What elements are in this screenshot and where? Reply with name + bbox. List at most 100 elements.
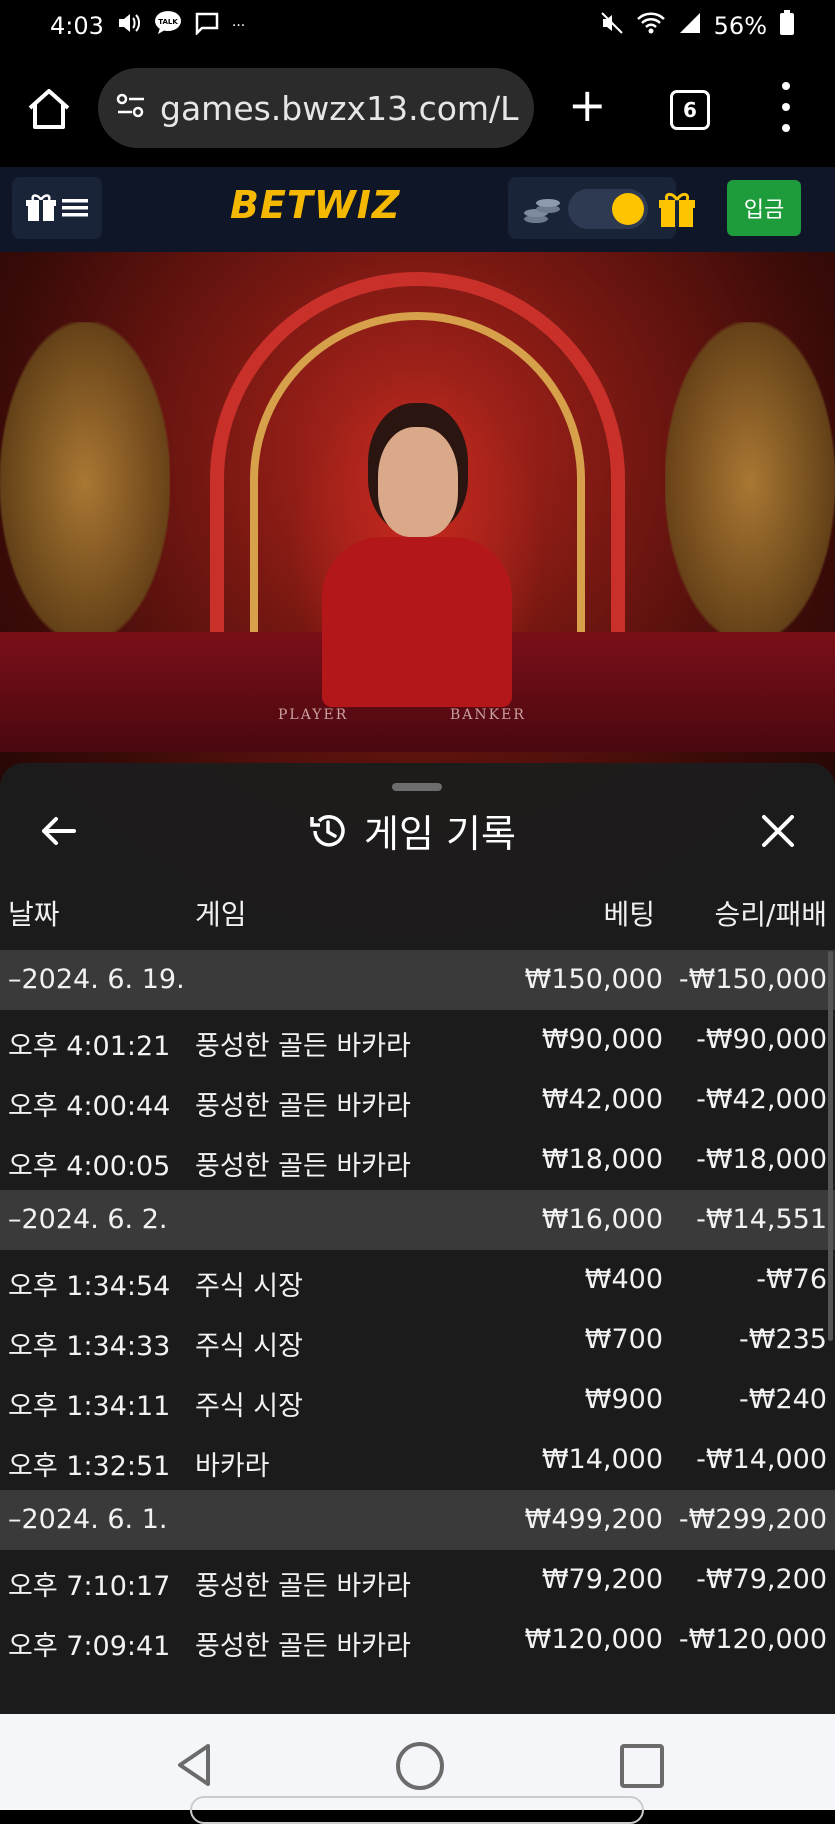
row-bet: ₩900	[584, 1384, 663, 1415]
svg-text:TALK: TALK	[158, 18, 178, 26]
row-bet: ₩700	[584, 1324, 663, 1355]
talk-icon: TALK	[154, 10, 182, 42]
row-result: -₩90,000	[696, 1024, 827, 1055]
col-bet: 베팅	[603, 898, 655, 931]
table-row[interactable]: 오후 1:34:33 주식 시장 ₩700 -₩235	[0, 1310, 835, 1370]
nav-home-icon[interactable]	[396, 1742, 444, 1790]
signal-icon	[678, 11, 702, 41]
row-game: 풍성한 골든 바카라	[195, 1631, 411, 1662]
gift-menu-button[interactable]	[12, 177, 102, 239]
row-date: 오후 4:00:44	[8, 1091, 171, 1122]
history-icon	[310, 814, 345, 847]
row-bet: ₩150,000	[524, 964, 663, 995]
logo-wiz: WIZ	[313, 183, 401, 227]
row-date: 오후 1:32:51	[8, 1451, 171, 1482]
row-game: 풍성한 골든 바카라	[195, 1091, 411, 1122]
row-date: 오후 1:34:54	[8, 1271, 171, 1302]
banker-label: BANKER	[450, 707, 526, 723]
site-header: BETWIZ 입금	[0, 167, 835, 252]
back-button[interactable]	[38, 811, 78, 851]
row-date: 오후 4:00:05	[8, 1151, 171, 1182]
table-row[interactable]: 오후 4:01:21 풍성한 골든 바카라 ₩90,000 -₩90,000	[0, 1010, 835, 1070]
row-result: -₩120,000	[678, 1624, 827, 1655]
row-date: –2024. 6. 19.	[8, 964, 185, 995]
row-bet: ₩18,000	[541, 1144, 663, 1175]
row-bet: ₩400	[584, 1264, 663, 1295]
row-result: -₩240	[739, 1384, 827, 1415]
site-settings-icon[interactable]	[116, 93, 146, 123]
game-history-panel: 게임 기록 날짜 게임 베팅 승리/패배 –2024. 6. 19. ₩150,0…	[0, 763, 835, 1714]
table-row[interactable]: 오후 7:09:41 풍성한 골든 바카라 ₩120,000 -₩120,000	[0, 1610, 835, 1670]
row-bet: ₩42,000	[541, 1084, 663, 1115]
row-date: 오후 1:34:11	[8, 1391, 171, 1422]
row-date: 오후 7:10:17	[8, 1571, 171, 1602]
coins-icon[interactable]	[522, 195, 562, 225]
gesture-pill	[190, 1796, 644, 1824]
address-bar[interactable]: games.bwzx13.com/L	[98, 68, 534, 148]
nav-back-icon[interactable]	[172, 1742, 218, 1788]
table-row[interactable]: 오후 4:00:05 풍성한 골든 바카라 ₩18,000 -₩18,000	[0, 1130, 835, 1190]
row-result: -₩235	[739, 1324, 827, 1355]
theme-toggle[interactable]	[568, 189, 648, 229]
system-nav-bar	[0, 1714, 835, 1824]
home-button[interactable]	[26, 88, 72, 130]
gift-icon[interactable]	[658, 191, 696, 229]
row-date: 오후 1:34:33	[8, 1331, 171, 1362]
back-arrow-icon	[42, 817, 76, 845]
tab-switcher-button[interactable]: 6	[670, 90, 710, 130]
nav-recent-icon[interactable]	[620, 1744, 664, 1788]
row-bet: ₩120,000	[524, 1624, 663, 1655]
panel-title: 게임 기록	[308, 803, 516, 858]
row-game: 주식 시장	[195, 1391, 303, 1422]
row-bet: ₩14,000	[541, 1444, 663, 1475]
message-icon	[194, 11, 220, 41]
row-date: 오후 4:01:21	[8, 1031, 171, 1062]
date-group-row[interactable]: –2024. 6. 1. ₩499,200 -₩299,200	[0, 1490, 835, 1550]
status-bar: 4:03 TALK ··· 56%	[0, 0, 835, 52]
row-date: 오후 7:09:41	[8, 1631, 171, 1662]
drag-handle[interactable]	[392, 783, 442, 791]
panel-title-text: 게임 기록	[364, 812, 516, 856]
date-group-row[interactable]: –2024. 6. 2. ₩16,000 -₩14,551	[0, 1190, 835, 1250]
row-bet: ₩90,000	[541, 1024, 663, 1055]
scrollbar[interactable]	[828, 951, 833, 1341]
row-result: -₩18,000	[696, 1144, 827, 1175]
row-game: 풍성한 골든 바카라	[195, 1031, 411, 1062]
close-icon	[762, 815, 794, 847]
player-label: PLAYER	[278, 707, 349, 723]
toggle-knob	[612, 193, 644, 225]
row-game: 주식 시장	[195, 1331, 303, 1362]
status-left: 4:03 TALK ···	[50, 10, 245, 42]
dealer-body	[322, 537, 512, 707]
site-logo[interactable]: BETWIZ	[230, 183, 400, 227]
header-tools	[508, 177, 695, 239]
row-game: 풍성한 골든 바카라	[195, 1571, 411, 1602]
row-result: -₩14,000	[696, 1444, 827, 1475]
mute-icon	[600, 11, 624, 41]
table-row[interactable]: 오후 1:34:54 주식 시장 ₩400 -₩76	[0, 1250, 835, 1310]
home-icon	[28, 89, 70, 129]
more-icon[interactable]	[778, 82, 794, 132]
table-row[interactable]: 오후 4:00:44 풍성한 골든 바카라 ₩42,000 -₩42,000	[0, 1070, 835, 1130]
row-result: -₩42,000	[696, 1084, 827, 1115]
dealer-head	[378, 427, 458, 537]
volume-icon	[116, 11, 142, 41]
status-time: 4:03	[50, 12, 104, 40]
row-result: -₩299,200	[678, 1504, 827, 1535]
date-group-row[interactable]: –2024. 6. 19. ₩150,000 -₩150,000	[0, 950, 835, 1010]
table-row[interactable]: 오후 7:10:17 풍성한 골든 바카라 ₩79,200 -₩79,200	[0, 1550, 835, 1610]
dragon-statue-left	[0, 322, 170, 642]
row-result: -₩14,551	[696, 1204, 827, 1235]
battery-icon	[779, 10, 795, 42]
wifi-icon	[636, 11, 666, 41]
row-result: -₩79,200	[696, 1564, 827, 1595]
logo-bet: BET	[230, 183, 314, 227]
row-bet: ₩16,000	[541, 1204, 663, 1235]
deposit-button[interactable]: 입금	[727, 180, 801, 236]
close-button[interactable]	[758, 811, 798, 851]
new-tab-button[interactable]: +	[568, 82, 607, 128]
col-game: 게임	[195, 898, 247, 931]
table-row[interactable]: 오후 1:32:51 바카라 ₩14,000 -₩14,000	[0, 1430, 835, 1490]
row-game: 풍성한 골든 바카라	[195, 1151, 411, 1182]
table-row[interactable]: 오후 1:34:11 주식 시장 ₩900 -₩240	[0, 1370, 835, 1430]
